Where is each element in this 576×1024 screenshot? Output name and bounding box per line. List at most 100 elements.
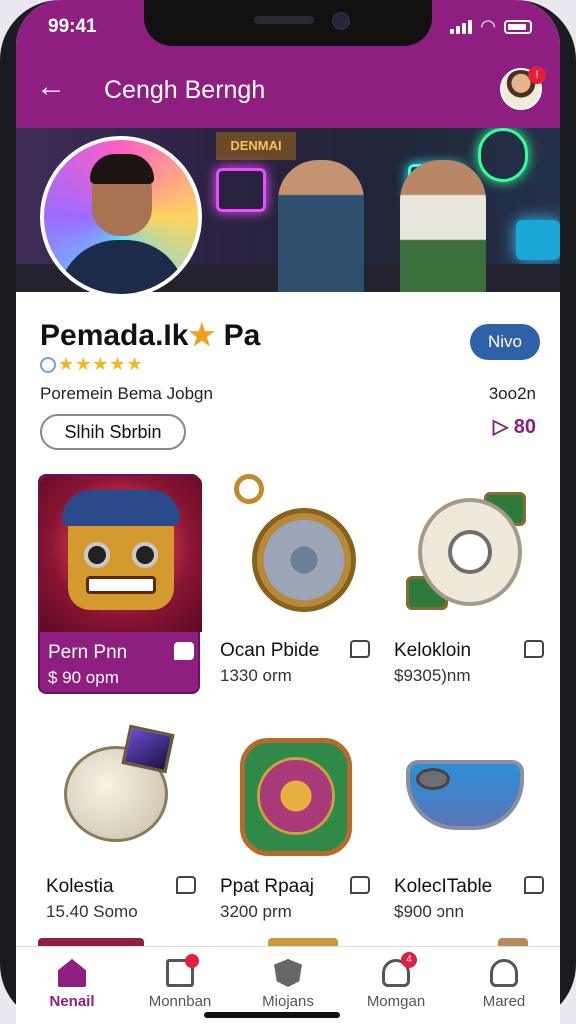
gauge-face — [257, 757, 335, 835]
share-button[interactable]: ▷ 80 — [493, 414, 536, 439]
banner-figure — [278, 160, 364, 292]
device-notch — [144, 0, 432, 46]
collection-card[interactable]: KolecITable $900 ɔnn — [386, 710, 548, 930]
tub-item-image — [386, 710, 548, 866]
watch-item-image — [386, 474, 548, 630]
home-icon — [58, 959, 86, 987]
tub-pipe — [416, 768, 450, 790]
rating-stars: ★★★★★ — [40, 354, 144, 375]
banner-figure — [400, 160, 486, 292]
medal-ring — [234, 474, 264, 504]
collection-card[interactable]: Pern Pnn $ 90 opm — [38, 474, 202, 694]
watch-dial — [448, 530, 492, 574]
orb-screen — [121, 724, 175, 774]
profile-name: Pemada.Ik★ Pa — [40, 318, 260, 353]
tab-label: Mared — [482, 993, 526, 1010]
collection-card[interactable]: Kolestia 15.40 Somo — [38, 710, 200, 930]
item-label: Ocan Pbide — [220, 640, 320, 661]
neon-light — [216, 168, 266, 212]
watch-case — [418, 498, 522, 606]
profile-action-button[interactable]: Slhih Sbrbin — [40, 414, 186, 450]
document-icon — [166, 954, 199, 987]
collection-card[interactable]: Kelokloin $9305)nm — [386, 474, 548, 694]
next-row-peek — [38, 938, 538, 946]
front-camera — [332, 12, 350, 30]
item-price: $ 90 opm — [48, 668, 119, 687]
profile-name-text: Pemada.Ik — [40, 319, 189, 352]
level-button[interactable]: Nivo — [470, 324, 540, 360]
item-label: Kelokloin — [394, 640, 472, 661]
battery-icon — [504, 20, 532, 34]
collection-card[interactable]: Ocan Pbide 1330 orm — [212, 474, 374, 694]
chat-bubble-icon[interactable] — [350, 876, 370, 894]
follower-count: 3oo2n — [488, 384, 536, 403]
peek-item — [38, 938, 144, 946]
mask-item-image — [40, 476, 202, 632]
home-indicator — [204, 1012, 340, 1018]
star-icon: ★ — [188, 319, 216, 352]
peek-item — [498, 938, 528, 946]
neon-screen — [516, 220, 560, 260]
wifi-icon: ◠ — [480, 16, 496, 36]
chat-bubble-icon[interactable] — [524, 640, 544, 658]
back-arrow-icon[interactable]: ← — [36, 72, 66, 102]
tab-label: Miojans — [262, 993, 314, 1010]
chat-bubble-icon[interactable] — [174, 642, 194, 660]
gauge-frame — [240, 738, 352, 856]
chat-bubble-icon[interactable] — [176, 876, 196, 894]
item-price: $900 ɔnn — [394, 902, 464, 921]
chat-bubble-icon[interactable] — [350, 640, 370, 658]
page-title: Cengh Berngh — [104, 76, 266, 104]
collection-card[interactable]: Ppat Rpaaj 3200 prm — [212, 710, 374, 930]
item-label: Ppat Rpaaj — [220, 876, 315, 897]
notification-badge: ! — [528, 66, 546, 84]
tab-profile[interactable]: Mared — [450, 955, 558, 1019]
chat-bubble-icon[interactable] — [524, 876, 544, 894]
stars-text: ★★★★★ — [58, 354, 144, 374]
signal-icon — [450, 20, 473, 34]
shield-icon — [274, 959, 302, 987]
item-price: 15.40 Somo — [46, 902, 138, 921]
profile-icon — [490, 959, 518, 987]
profile-avatar[interactable] — [40, 136, 202, 298]
status-icons: ◠ — [450, 16, 532, 36]
peek-item — [268, 938, 338, 946]
gauge-item-image — [212, 710, 374, 866]
item-label: Pern Pnn — [48, 642, 128, 663]
tab-label: Monnban — [148, 993, 212, 1010]
user-avatar[interactable]: ! — [500, 66, 546, 110]
app-screen: 99:41 ◠ ← Cengh Berngh ! DENMAI Pemada.I… — [16, 0, 560, 1024]
item-label: KolecITable — [394, 876, 493, 897]
orb-body — [64, 724, 175, 842]
neon-light — [478, 128, 528, 182]
tab-messages[interactable]: 4 Momgan — [342, 952, 450, 1019]
tab-label: Momgan — [366, 993, 426, 1010]
verified-icon — [40, 357, 56, 374]
tab-badges[interactable]: Miojans — [234, 955, 342, 1019]
speaker-grill — [254, 16, 314, 24]
mask-eye — [84, 542, 110, 568]
item-price: $9305)nm — [394, 666, 471, 685]
mask-teeth — [86, 576, 156, 594]
tab-home[interactable]: Nenail — [18, 955, 126, 1019]
device-frame: 99:41 ◠ ← Cengh Berngh ! DENMAI Pemada.I… — [0, 0, 576, 1024]
profile-name-suffix: Pa — [223, 319, 261, 352]
medal-disc — [252, 508, 356, 612]
tub-body — [406, 760, 524, 830]
item-price: 1330 orm — [220, 666, 292, 685]
tab-label: Nenail — [49, 993, 95, 1010]
banner-sign: DENMAI — [216, 132, 296, 160]
user-icon: 4 — [382, 952, 417, 987]
tab-badge: 4 — [401, 952, 417, 968]
avatar-body — [58, 240, 186, 294]
profile-subtitle: Poremein Bema Jobgn — [40, 384, 213, 403]
status-time: 99:41 — [48, 16, 97, 37]
mask-eye — [132, 542, 158, 568]
item-label: Kolestia — [46, 876, 114, 897]
orb-item-image — [38, 710, 200, 866]
mask-cap — [62, 490, 180, 526]
avatar-hair — [90, 154, 154, 184]
item-price: 3200 prm — [220, 902, 292, 921]
tab-documents[interactable]: Monnban — [126, 954, 234, 1019]
medal-item-image — [212, 474, 374, 630]
